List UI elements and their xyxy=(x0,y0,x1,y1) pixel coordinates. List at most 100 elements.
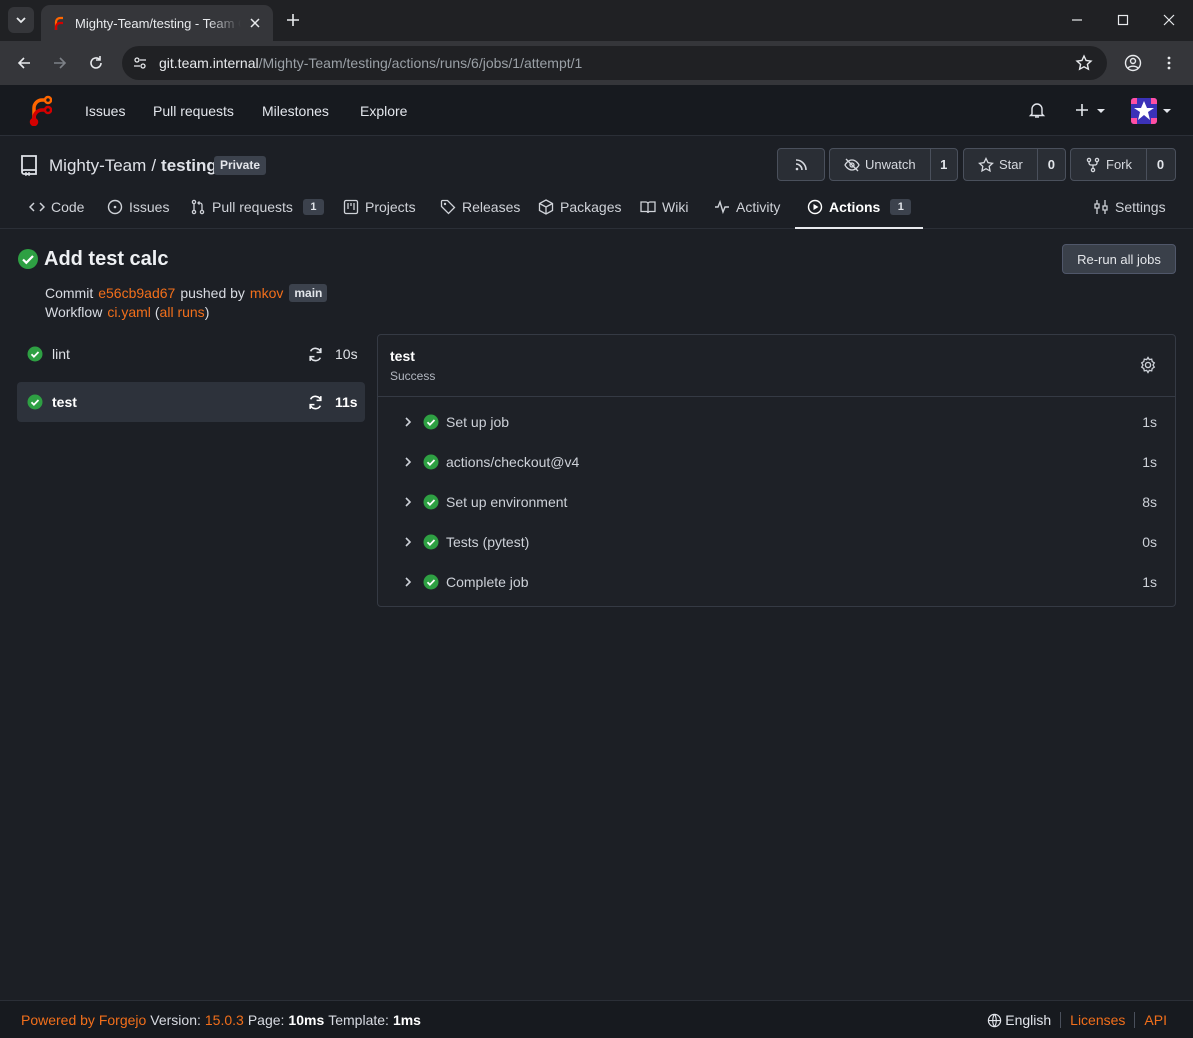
language-selector[interactable]: English xyxy=(987,1012,1062,1028)
address-url: git.team.internal/Mighty-Team/testing/ac… xyxy=(159,55,582,71)
version-link[interactable]: 15.0.3 xyxy=(205,1012,244,1028)
template-label: Template: xyxy=(328,1012,389,1028)
job-item-test[interactable]: test 11s xyxy=(17,382,365,422)
book-icon xyxy=(640,201,656,214)
caret-down-icon[interactable] xyxy=(1162,107,1172,115)
watch-count[interactable]: 1 xyxy=(929,149,957,180)
workflow-file-link[interactable]: ci.yaml xyxy=(107,304,151,320)
browser-tab[interactable]: Mighty-Team/testing - Team Code xyxy=(41,5,273,41)
powered-by-link[interactable]: Powered by Forgejo xyxy=(21,1012,146,1028)
template-time: 1ms xyxy=(392,1012,421,1028)
check-circle-icon xyxy=(423,454,439,470)
fork-button[interactable]: Fork xyxy=(1071,149,1146,180)
browser-toolbar: git.team.internal/Mighty-Team/testing/ac… xyxy=(0,41,1193,85)
step-row[interactable]: Tests (pytest) 0s xyxy=(390,522,1165,562)
tab-actions[interactable]: Actions 1 xyxy=(794,186,924,229)
browser-menu-button[interactable] xyxy=(1157,51,1181,75)
repo-title: Mighty-Team / testing xyxy=(49,156,217,176)
job-item-lint[interactable]: lint 10s xyxy=(17,334,365,374)
tools-icon xyxy=(1094,200,1108,214)
globe-icon xyxy=(988,1013,1002,1027)
version-label: Version: xyxy=(150,1012,201,1028)
step-row[interactable]: Set up job 1s xyxy=(390,402,1165,442)
star-button[interactable]: Star xyxy=(964,149,1037,180)
plus-icon[interactable] xyxy=(1073,101,1091,119)
step-duration: 8s xyxy=(1142,494,1157,510)
tab-activity[interactable]: Activity xyxy=(714,186,780,228)
star-icon xyxy=(978,156,994,172)
address-bar[interactable]: git.team.internal/Mighty-Team/testing/ac… xyxy=(122,46,1107,80)
repo-owner-link[interactable]: Mighty-Team xyxy=(49,156,146,176)
tab-issues[interactable]: Issues xyxy=(107,186,169,228)
tab-projects-label: Projects xyxy=(365,199,416,215)
commit-label: Commit xyxy=(45,285,94,301)
tab-search-button[interactable] xyxy=(8,7,34,33)
all-runs-link[interactable]: all runs xyxy=(160,304,205,320)
job-duration: 11s xyxy=(335,394,358,410)
close-icon[interactable] xyxy=(247,15,263,31)
job-name: lint xyxy=(52,346,70,362)
step-row[interactable]: Set up environment 8s xyxy=(390,482,1165,522)
close-icon xyxy=(1163,14,1175,26)
profile-button[interactable] xyxy=(1121,51,1145,75)
commit-sha-link[interactable]: e56cb9ad67 xyxy=(98,285,175,301)
repo-separator: / xyxy=(151,156,157,175)
check-circle-icon xyxy=(27,346,43,362)
tab-pull-requests-label: Pull requests xyxy=(212,199,293,215)
tab-actions-label: Actions xyxy=(829,199,881,215)
fork-label: Fork xyxy=(1106,157,1132,172)
rss-feed-button[interactable] xyxy=(777,148,825,181)
caret-down-icon[interactable] xyxy=(1096,107,1106,115)
back-button[interactable] xyxy=(12,51,36,75)
bell-icon[interactable] xyxy=(1028,101,1046,119)
author-link[interactable]: mkov xyxy=(250,285,283,301)
branch-badge[interactable]: main xyxy=(289,284,328,302)
tab-packages[interactable]: Packages xyxy=(538,186,621,228)
api-link[interactable]: API xyxy=(1134,1012,1167,1028)
step-name: Set up environment xyxy=(446,494,568,510)
repo-name-link[interactable]: testing xyxy=(161,156,217,176)
tab-code[interactable]: Code xyxy=(29,186,84,228)
step-row[interactable]: Complete job 1s xyxy=(390,562,1165,602)
nav-issues[interactable]: Issues xyxy=(85,103,125,119)
step-row[interactable]: actions/checkout@v4 1s xyxy=(390,442,1165,482)
close-window-button[interactable] xyxy=(1156,8,1182,32)
star-count[interactable]: 0 xyxy=(1036,149,1065,180)
tab-pull-requests[interactable]: Pull requests 1 xyxy=(190,186,324,228)
chevron-right-icon xyxy=(405,497,412,507)
forgejo-logo-icon[interactable] xyxy=(28,94,52,126)
nav-explore[interactable]: Explore xyxy=(360,103,407,119)
page-footer: Powered by Forgejo Version: 15.0.3 Page:… xyxy=(0,1000,1193,1038)
step-name: actions/checkout@v4 xyxy=(446,454,580,470)
nav-milestones[interactable]: Milestones xyxy=(262,103,329,119)
tag-icon xyxy=(440,199,456,215)
step-name: Complete job xyxy=(446,574,529,590)
tab-settings[interactable]: Settings xyxy=(1093,186,1166,228)
check-circle-icon xyxy=(18,249,38,269)
job-name: test xyxy=(52,394,77,410)
sync-icon[interactable] xyxy=(307,346,324,363)
avatar[interactable] xyxy=(1131,98,1157,124)
chevron-down-icon xyxy=(16,17,26,24)
new-tab-icon[interactable] xyxy=(283,10,303,30)
site-info-icon[interactable] xyxy=(130,53,150,73)
tab-projects[interactable]: Projects xyxy=(343,186,416,228)
tab-wiki[interactable]: Wiki xyxy=(640,186,688,228)
sync-icon[interactable] xyxy=(307,394,324,411)
repo-icon xyxy=(21,155,37,176)
forward-button[interactable] xyxy=(48,51,72,75)
minimize-button[interactable] xyxy=(1064,8,1090,32)
rerun-all-jobs-button[interactable]: Re-run all jobs xyxy=(1062,244,1176,274)
licenses-link[interactable]: Licenses xyxy=(1061,1012,1134,1028)
maximize-icon xyxy=(1117,14,1129,26)
nav-pull-requests[interactable]: Pull requests xyxy=(153,103,234,119)
fork-count[interactable]: 0 xyxy=(1146,149,1174,180)
reload-button[interactable] xyxy=(84,51,108,75)
star-icon[interactable] xyxy=(1075,54,1093,72)
gear-icon[interactable] xyxy=(1139,356,1157,374)
unwatch-button[interactable]: Unwatch xyxy=(830,149,930,180)
pushed-by-label: pushed by xyxy=(180,285,245,301)
tab-releases[interactable]: Releases xyxy=(440,186,520,228)
maximize-button[interactable] xyxy=(1110,8,1136,32)
more-vertical-icon xyxy=(1167,56,1171,70)
